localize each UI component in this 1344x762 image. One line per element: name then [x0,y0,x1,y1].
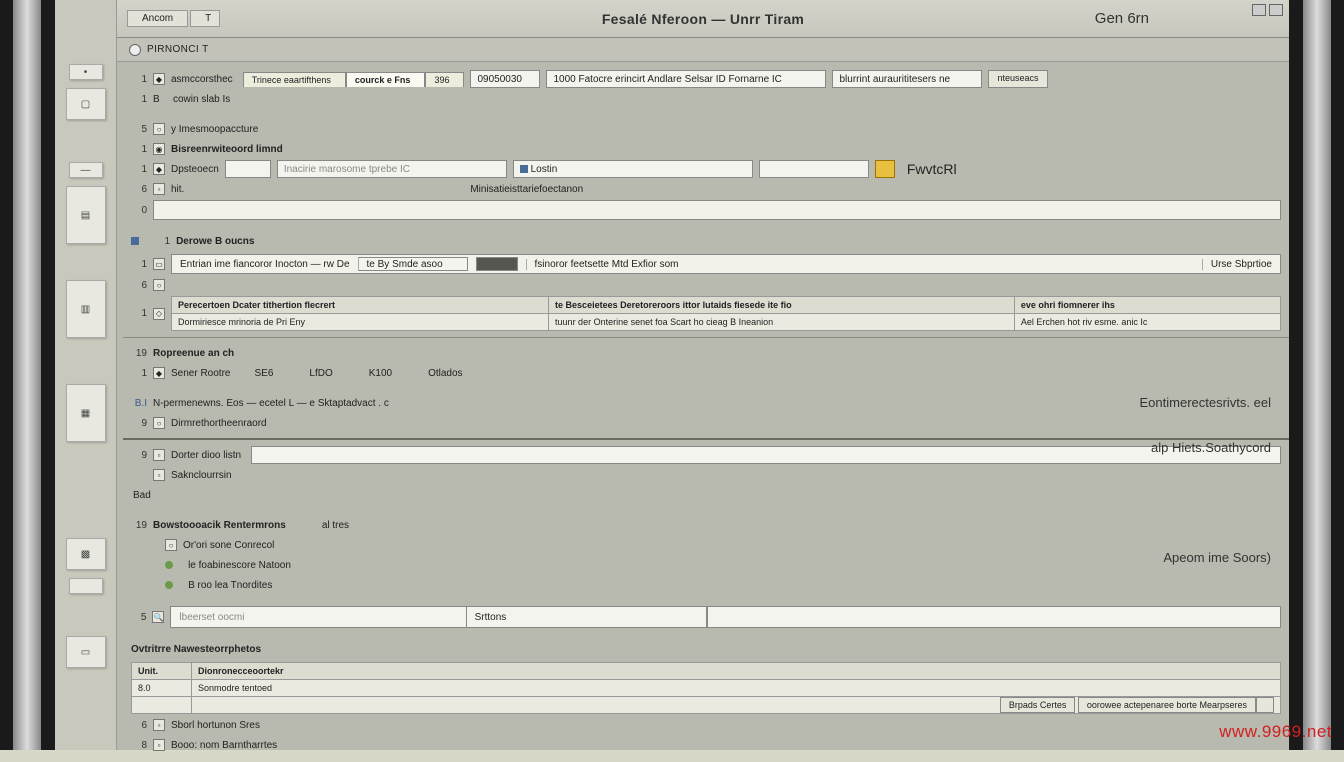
tab-b[interactable]: courck e Fns [346,72,426,87]
rail-panel-c[interactable]: ▦ [66,384,106,442]
document-subheader: PIRNONCI T [117,38,1289,62]
label-a1: y Imesmoopaccture [171,124,258,135]
item-icon: ◆ [153,163,165,175]
footer-btn-b[interactable]: oorowee actepenaree borte Mearpseres [1078,697,1256,713]
progress-readout [153,200,1281,220]
table-row[interactable]: 8.0 Sonmodre tentoed [132,680,1281,697]
rail-icon-2[interactable]: — [69,162,103,178]
section-b-header: Derowe B oucns [176,236,254,247]
data-grid: Perecertoen Dcater tithertion flecrert t… [171,296,1281,331]
item-icon: ▫ [153,719,165,731]
footer-btn-c[interactable] [1256,697,1274,713]
green-dot-icon [165,561,173,569]
table-row[interactable]: Dormiriesce mrinoria de Pri Eny tuunr de… [172,314,1281,331]
grid-h2[interactable]: te Besceietees Deretoreroors ittor lutai… [549,297,1015,314]
label-a2: Bisreenrwiteoord limnd [171,144,283,155]
grid-h1[interactable]: Perecertoen Dcater tithertion flecrert [172,297,549,314]
lower-h2[interactable]: Dionronecceoortekr [192,663,1281,680]
section-d-header: Bowstoooacik Rentermrons [153,520,286,531]
item-icon: ▭ [153,258,165,270]
tab-ancom[interactable]: Ancom [127,10,188,27]
rail-icon-3[interactable] [69,578,103,594]
bar-dark-seg [476,257,518,271]
field-c6[interactable] [251,446,1281,464]
side-note-b: alp Hiets.Soathycord [1151,440,1271,455]
item-icon: ○ [153,123,165,135]
watermark: www.9969.net [1219,722,1332,742]
item-icon: ○ [153,417,165,429]
doc-icon [129,44,141,56]
rail-icon-grid[interactable]: ▩ [66,538,106,570]
grid-h3[interactable]: eve ohri fiomnerer ihs [1014,297,1280,314]
green-dot-icon [165,581,173,589]
search-icon: 🔍 [152,611,164,623]
title-bar: Ancom T Fesalé Nferoon — Unrr Tiram Gen … [117,0,1289,38]
lower-table: Unit. Dionronecceoortekr 8.0 Sonmodre te… [131,662,1281,714]
item-icon: ○ [165,539,177,551]
item-icon: ▫ [153,469,165,481]
window-title: Fesalé Nferoon — Unrr Tiram [602,11,804,27]
blank-field[interactable] [759,160,869,178]
tab-t[interactable]: T [190,10,220,27]
table-row[interactable]: Brpads Certes oorowee actepenaree borte … [132,697,1281,714]
rail-icon-doc[interactable]: ▢ [66,88,106,120]
readout-b: blurrint auraurititesers ne [832,70,982,88]
item-icon: ◉ [153,143,165,155]
desc-field[interactable]: Inacirie marosome tprebe IC [277,160,507,178]
side-note-c: Apeom ime Soors) [1163,550,1271,565]
lower-header: Ovtritrre Nawesteorrphetos [131,644,261,655]
search-row: 5 🔍 lbeerset oocmi Srttons [131,606,1281,628]
footer-btn-a[interactable]: Brpads Certes [1000,697,1076,713]
bar-tab-a[interactable]: te By Smde asoo [358,257,468,271]
side-note-a: Eontimerectesrivts. eel [1140,395,1272,410]
toolbar-row-2: 1 B cowin slab Is [131,90,1281,108]
tab-a[interactable]: Trinece eaartifthens [243,72,346,87]
minimize-button[interactable] [1252,4,1266,16]
rail-panel-a[interactable]: ▤ [66,186,106,244]
tab-c[interactable]: 396 [425,72,464,87]
search-trail [707,606,1281,628]
rail-panel-b[interactable]: ▥ [66,280,106,338]
small-code-field[interactable]: 09050030 [470,70,540,88]
section-dot-icon [131,237,139,245]
item-icon: ◇ [153,308,165,320]
item-icon: ▫ [153,449,165,461]
item-icon: ▫ [153,739,165,751]
search-input[interactable]: lbeerset oocmi [170,606,466,628]
warning-badge [875,160,895,178]
label-c1: Ropreenue an ch [153,348,234,359]
loc-dot-icon [520,165,528,173]
search-hint: Srttons [467,606,707,628]
right-label-fwvtcrl: FwvtcRl [907,161,957,177]
window-subtitle: Gen 6rn [1095,10,1149,27]
item-icon: ▫ [153,183,165,195]
item-icon: ○ [153,279,165,291]
toolbar-tabs: Trinece eaartifthens courck e Fns 396 [243,72,465,87]
field-row-dpsteoecn: 1◆ Dpsteoecn Inacirie marosome tprebe IC… [131,160,1281,178]
rail-icon-1[interactable]: • [69,64,103,80]
maximize-button[interactable] [1269,4,1283,16]
rail-icon-4[interactable]: ▭ [66,636,106,668]
left-icon-rail: • ▢ — ▤ ▥ ▦ ▩ ▭ [55,0,117,750]
loc-field[interactable]: Lostin [513,160,753,178]
lower-h1[interactable]: Unit. [132,663,192,680]
readout-a: 1000 Fatocre erincirt Andlare Selsar ID … [546,70,826,88]
end-button[interactable]: nteuseacs [988,70,1047,88]
bullet-icon: ◆ [153,73,165,85]
toolbar-row-1: 1 ◆ asmccorsthec Trinece eaartifthens co… [131,70,1281,88]
doc-label: PIRNONCI T [147,44,209,55]
item-icon: ◆ [153,367,165,379]
mini-field[interactable] [225,160,271,178]
section-b-bar: Entrian ime fiancoror Inocton — rw De te… [171,254,1281,274]
